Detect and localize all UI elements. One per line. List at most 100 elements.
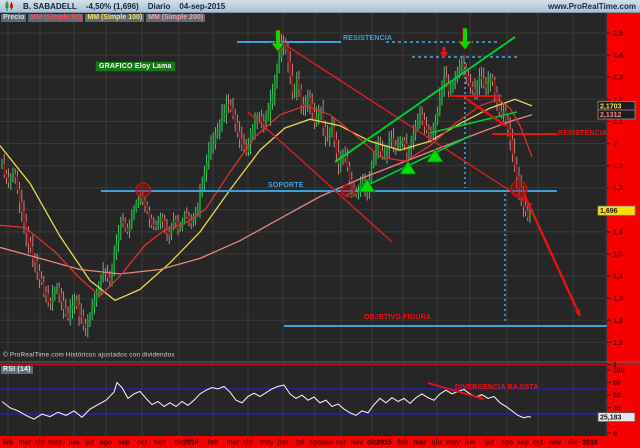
candle-body	[40, 278, 43, 283]
month-axis-label: jun	[464, 440, 476, 447]
candle-body	[328, 131, 331, 137]
candle-body	[51, 293, 54, 303]
candle-body	[157, 222, 160, 227]
candle-body	[93, 300, 96, 308]
price-axis-label: 2	[613, 141, 617, 148]
candle-body	[183, 213, 186, 222]
candle-body	[276, 68, 278, 81]
candle-body	[436, 111, 439, 123]
candle-body	[12, 173, 14, 178]
legend-mm200[interactable]: MM (Simple 200)	[146, 14, 206, 22]
candle-body	[309, 97, 311, 105]
candle-body	[278, 57, 281, 70]
candle-body	[122, 220, 124, 224]
candle-body	[399, 143, 402, 147]
month-axis-label: feb	[398, 440, 409, 447]
candle-body	[221, 115, 223, 126]
candle-body	[168, 232, 171, 236]
rsi-indicator-label[interactable]: RSI (14)	[1, 366, 33, 374]
candle-body	[370, 164, 373, 181]
candle-body	[238, 131, 241, 140]
price-axis-label: 1,3	[613, 296, 623, 303]
month-axis-label: abr	[243, 440, 254, 447]
candle-body	[49, 301, 52, 303]
candle-body	[397, 145, 399, 149]
candle-body	[130, 214, 133, 227]
legend-mm50[interactable]: MM (Simple 50)	[28, 14, 84, 22]
candle-body	[496, 92, 498, 103]
month-axis-label: nov	[351, 440, 364, 447]
month-axis-label: oct	[137, 440, 148, 447]
price-axis-label: 2,5	[613, 31, 623, 38]
candle-body	[469, 82, 472, 88]
price-axis-label: 2,1	[613, 119, 623, 126]
candle-body	[254, 122, 256, 131]
candle-body	[135, 202, 138, 209]
month-axis-label: jun	[277, 440, 289, 447]
candle-body	[390, 137, 393, 143]
candle-body	[42, 281, 45, 294]
candle-body	[78, 305, 80, 317]
candle-body	[348, 166, 351, 181]
timeframe-label[interactable]: Diario	[148, 2, 171, 11]
candle-body	[291, 75, 294, 93]
candle-body	[174, 219, 177, 223]
candle-body	[117, 232, 120, 243]
month-axis-label: may	[446, 440, 460, 447]
candle-body	[500, 111, 503, 116]
annotation-resistencia: RESISTENCIA	[343, 35, 393, 42]
candle-body	[271, 93, 274, 103]
candle-body	[372, 158, 375, 166]
candle-body	[62, 300, 65, 310]
rsi-axis-label: 40	[613, 405, 621, 412]
candle-body	[214, 134, 217, 145]
candle-body	[236, 122, 239, 133]
candle-body	[289, 61, 292, 77]
rsi-value-text: 25,183	[600, 415, 622, 422]
candle-body	[361, 181, 364, 183]
candle-body	[18, 188, 21, 203]
month-axis-label: jul	[85, 440, 94, 447]
candle-body	[445, 77, 448, 84]
candle-body	[95, 293, 98, 302]
candle-body	[73, 300, 76, 307]
price-axis-label: 1,4	[613, 274, 623, 281]
legend-mm100[interactable]: MM (Simple 100)	[85, 14, 145, 22]
candle-body	[190, 220, 193, 224]
candle-body	[227, 104, 230, 106]
candle-body	[161, 217, 164, 222]
prorealtime-link[interactable]: www.ProRealTime.com	[548, 2, 636, 11]
candle-body	[386, 148, 388, 156]
candle-body	[108, 277, 111, 281]
candle-body	[47, 294, 50, 303]
year-axis-label: 2015	[376, 440, 392, 447]
candle-body	[419, 114, 421, 120]
candle-body	[452, 84, 454, 90]
candle-body	[434, 121, 437, 132]
axis-value-text: 2,1703	[600, 103, 622, 110]
legend-precio[interactable]: Precio	[1, 14, 27, 22]
candle-body	[258, 116, 261, 118]
candle-body	[67, 313, 69, 318]
candle-body	[410, 141, 413, 151]
candle-body	[381, 150, 384, 157]
candle-body	[80, 315, 83, 317]
month-axis-label: ago	[100, 440, 112, 447]
candle-body	[5, 174, 8, 179]
price-axis-label: 2,3	[613, 75, 623, 82]
candle-body	[267, 113, 270, 118]
candle-body	[133, 207, 135, 216]
candle-body	[449, 88, 452, 92]
candlestick-icon	[5, 1, 13, 11]
candle-body	[163, 220, 166, 229]
highlight-circle	[135, 182, 151, 198]
month-axis-label: nov	[549, 440, 562, 447]
candle-body	[14, 173, 17, 178]
candle-body	[476, 84, 479, 93]
price-change: -4,50% (1,696)	[85, 1, 139, 11]
candle-body	[207, 152, 210, 164]
annotation-soporte: SOPORTE	[268, 182, 304, 189]
month-axis-label: sep	[321, 440, 333, 447]
candle-body	[82, 315, 85, 326]
candle-body	[526, 210, 529, 217]
